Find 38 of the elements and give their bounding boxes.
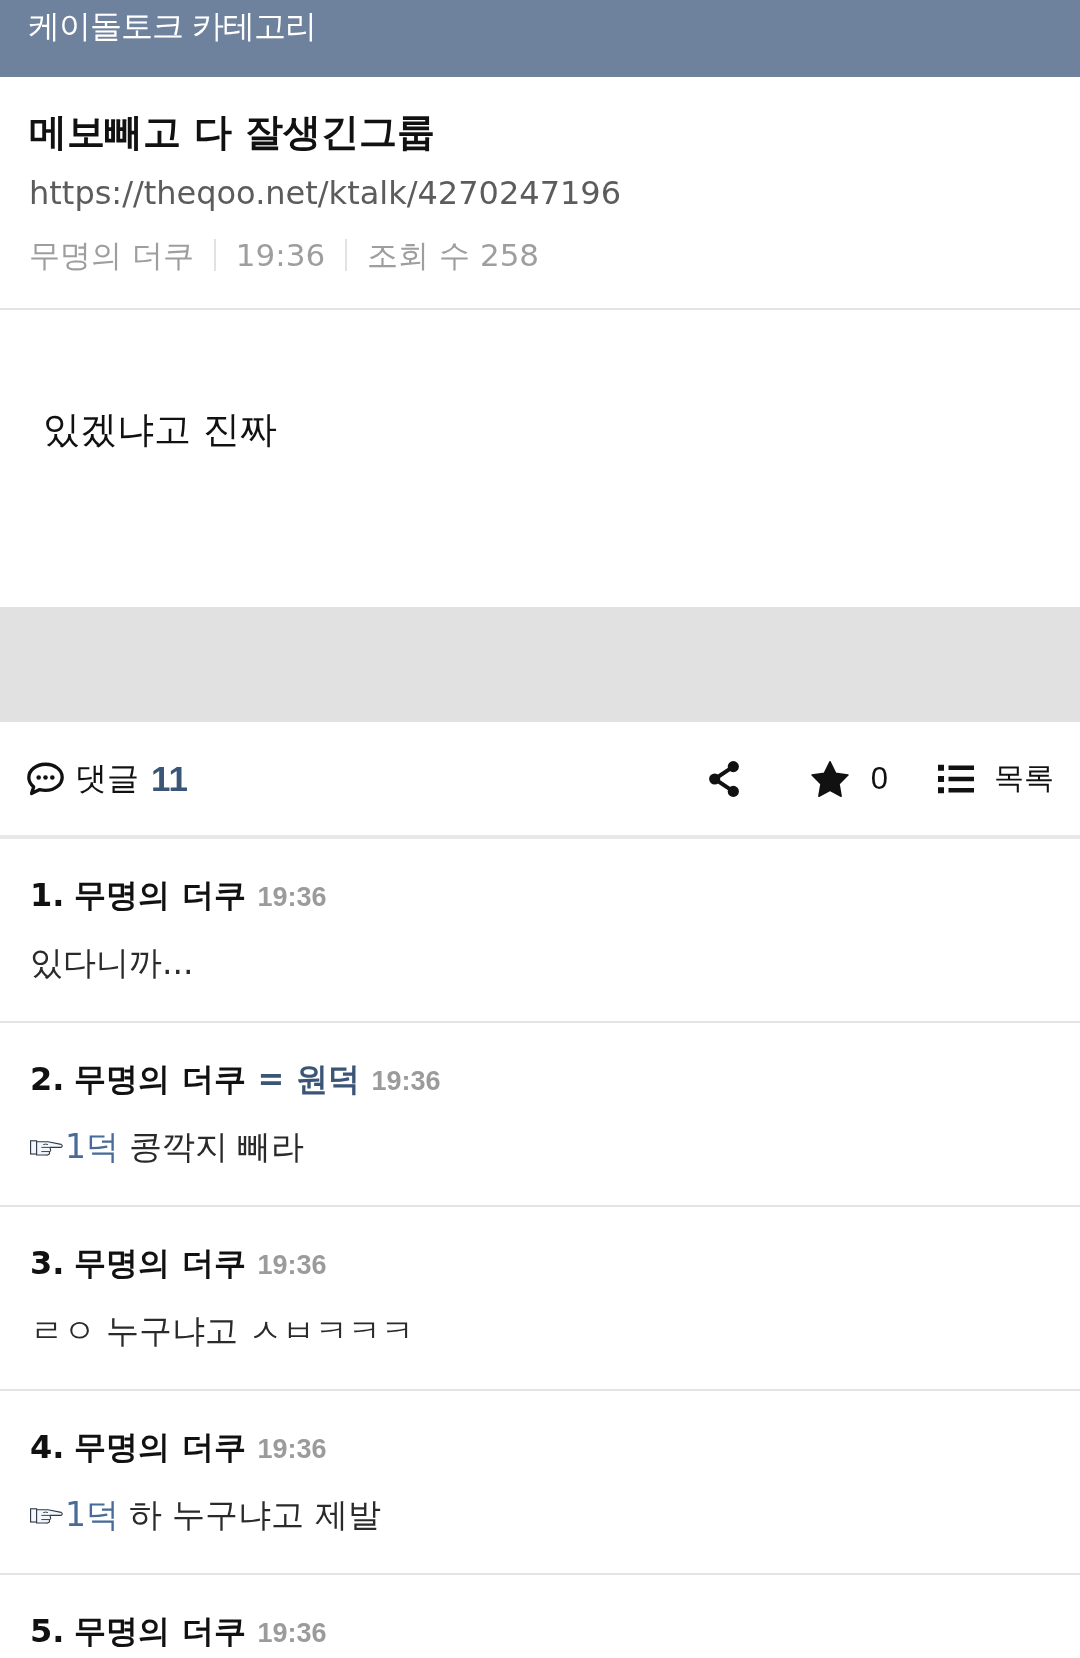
- category-title: 케이돌토크 카테고리: [28, 6, 317, 47]
- post-url: https://theqoo.net/ktalk/4270247196: [29, 173, 622, 214]
- comment-number: 4.: [30, 1427, 65, 1468]
- post-title: 메보빼고 다 잘생긴그룹: [29, 109, 436, 156]
- comment-number: 3.: [30, 1243, 65, 1284]
- comment-author: 무명의 더쿠: [74, 1611, 246, 1652]
- comment-text: 있다니까...: [30, 941, 194, 984]
- comment-author: 무명의 더쿠: [74, 1427, 246, 1468]
- comment-number: 2.: [30, 1059, 65, 1100]
- view-count: 조회 수 258: [367, 236, 540, 275]
- comment-author: 무명의 더쿠: [74, 1059, 246, 1100]
- comment-label: 댓글: [75, 757, 139, 799]
- comment-author: 무명의 더쿠: [74, 1243, 246, 1284]
- comment-time: 19:36: [257, 881, 327, 914]
- comment-author: 무명의 더쿠: [74, 875, 246, 916]
- original-poster-label: = 원덕: [257, 1059, 360, 1100]
- reply-link[interactable]: 1덕: [65, 1124, 119, 1170]
- favorite-button[interactable]: 0: [810, 760, 888, 797]
- comment-text: 하 누구냐고 제발: [129, 1493, 381, 1536]
- comment-number: 5.: [30, 1611, 65, 1652]
- post-time: 19:36: [235, 236, 326, 275]
- reply-link[interactable]: 1덕: [65, 1492, 119, 1538]
- share-icon: [708, 760, 739, 797]
- comment-time: 19:36: [257, 1249, 327, 1282]
- share-button[interactable]: [708, 760, 739, 797]
- post-author: 무명의 더쿠: [29, 236, 194, 275]
- comment-text: 콩깍지 빼라: [129, 1125, 305, 1168]
- comment-number: 1.: [30, 875, 65, 916]
- comment-time: 19:36: [257, 1433, 327, 1466]
- comment-icon: [27, 761, 64, 796]
- list-button[interactable]: 목록: [938, 758, 1054, 799]
- post-body: 있겠냐고 진짜: [43, 408, 277, 451]
- list-icon: [938, 763, 974, 794]
- comment-text: ㄹㅇ 누구냐고 ㅅㅂㅋㅋㅋ: [30, 1309, 414, 1352]
- comment-count: 11: [151, 758, 188, 799]
- comment-time: 19:36: [257, 1617, 327, 1650]
- comment-time: 19:36: [371, 1065, 441, 1098]
- star-icon: [810, 760, 849, 797]
